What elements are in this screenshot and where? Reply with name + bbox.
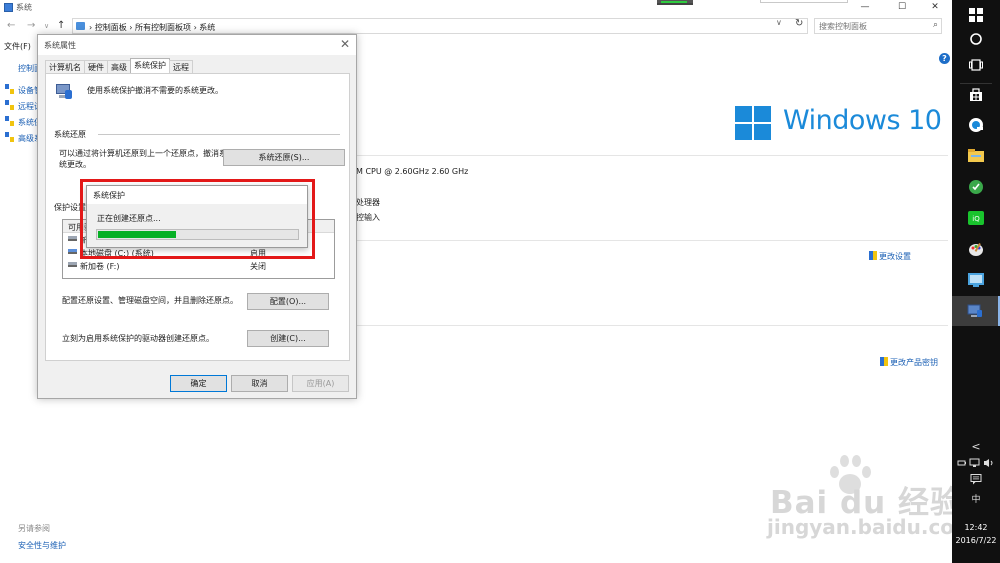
configure-button[interactable]: 配置(O)... [247,293,329,310]
windows-logo-icon [735,106,771,140]
drive-name: 新加卷 (F:) [80,262,120,271]
cancel-button[interactable]: 取消 [231,375,288,392]
search-icon[interactable]: ⌕ [933,20,938,30]
clock[interactable]: 12:42 2016/7/22 [952,521,1000,547]
help-icon[interactable]: ? [939,53,950,64]
breadcrumb[interactable]: › 控制面板 › 所有控制面板项 › 系统 [89,22,215,33]
search-input[interactable] [815,19,925,33]
svg-text:iQ: iQ [972,215,980,223]
drive-icon [68,236,77,241]
up-button[interactable]: ↑ [57,20,65,31]
browser-icon[interactable] [952,110,1000,140]
tray-status-icons[interactable] [952,458,1000,471]
app-blue-icon[interactable] [952,265,1000,295]
change-settings-label: 更改设置 [879,252,911,261]
restore-description-line2: 统更改。 [59,160,91,169]
clock-date: 2016/7/22 [955,536,997,545]
create-description: 立刻为启用系统保护的驱动器创建还原点。 [62,334,214,343]
recent-locations-button[interactable]: ∨ [44,22,49,30]
shield-icon [5,132,14,142]
search-box[interactable]: ⌕ [814,18,942,34]
drive-icon [68,262,77,267]
shield-icon [5,100,14,110]
watermark-url: jingyan.baidu.com [767,515,975,539]
dialog-tabs: 计算机名 硬件 高级 系统保护 远程 [45,58,193,73]
tab-advanced[interactable]: 高级 [107,60,131,73]
change-settings-link[interactable]: 更改设置 [869,251,911,262]
close-window-button[interactable]: ✕ [918,0,952,14]
intro-text: 使用系统保护撤消不需要的系统更改。 [87,86,223,95]
shield-icon [5,84,14,94]
address-bar-row: ← → ∨ ↑ › 控制面板 › 所有控制面板项 › 系统 [0,17,952,35]
clock-time: 12:42 [964,523,988,532]
divider [356,325,948,326]
restore-group-title: 系统还原 [54,130,86,139]
app-green-icon[interactable] [952,172,1000,202]
notification-icon[interactable] [952,474,1000,488]
store-icon[interactable] [952,80,1000,110]
control-panel-icon[interactable] [952,296,1000,326]
minimize-button[interactable]: — [848,0,882,14]
system-type-info: 处理器 [356,198,380,207]
tab-hardware[interactable]: 硬件 [84,60,108,73]
menu-file[interactable]: 文件(F) [4,41,31,52]
task-view-icon[interactable] [952,50,1000,80]
mini-progress-indicator [657,0,693,5]
input-method-indicator[interactable]: 中 [952,492,1000,505]
windows-brand-text: Windows 10 [783,105,942,136]
forward-button[interactable]: → [27,20,35,31]
change-product-key-label: 更改产品密钥 [890,358,938,367]
change-product-key-link[interactable]: 更改产品密钥 [880,357,938,368]
window-title: 系统 [16,3,32,12]
tab-system-protection[interactable]: 系统保护 [130,58,170,73]
pen-touch-info: 控输入 [356,213,380,222]
dialog-close-button[interactable]: ✕ [340,37,350,51]
system-restore-button[interactable]: 系统还原(S)... [223,149,345,166]
app-iqiyi-icon[interactable]: iQ [952,203,1000,233]
cpu-info: M CPU @ 2.60GHz 2.60 GHz [356,167,469,176]
address-box[interactable]: › 控制面板 › 所有控制面板项 › 系统 [72,18,808,34]
taskbar: iQ < 中 12:42 2016/7/22 [952,0,1000,563]
see-also-heading: 另请参阅 [18,524,50,533]
refresh-icon[interactable]: ↻ [795,18,803,29]
file-explorer-icon[interactable] [952,141,1000,171]
maximize-button[interactable]: ☐ [885,0,919,14]
back-button[interactable]: ← [7,20,15,31]
annotation-highlight-box [80,179,315,259]
dialog-title: 系统属性 [44,41,76,50]
shield-icon [5,116,14,126]
security-maintenance-link[interactable]: 安全性与维护 [18,540,66,551]
control-panel-icon [76,22,85,30]
system-protection-icon [54,82,72,100]
group-divider [98,134,340,135]
paint-icon[interactable] [952,234,1000,264]
restore-description-line1: 可以通过将计算机还原到上一个还原点，撤消系 [59,149,227,158]
divider [356,240,948,241]
list-item[interactable]: 新加卷 (F:) 关闭 [63,259,334,271]
tab-remote[interactable]: 远程 [169,60,193,73]
divider [356,155,948,156]
apply-button[interactable]: 应用(A) [292,375,349,392]
shield-icon [869,251,877,260]
system-drive-icon [68,249,77,254]
address-dropdown-icon[interactable]: ∨ [776,18,782,27]
floating-window-edge [760,0,848,3]
dialog-titlebar: 系统属性 ✕ [38,35,356,55]
tray-chevron-icon[interactable]: < [952,440,1000,453]
drive-protection-state: 关闭 [250,262,266,271]
shield-icon [880,357,888,366]
ok-button[interactable]: 确定 [170,375,227,392]
system-window-icon [4,3,13,12]
configure-description: 配置还原设置、管理磁盘空间，并且删除还原点。 [62,296,238,305]
create-button[interactable]: 创建(C)... [247,330,329,347]
tab-computer-name[interactable]: 计算机名 [45,60,85,73]
